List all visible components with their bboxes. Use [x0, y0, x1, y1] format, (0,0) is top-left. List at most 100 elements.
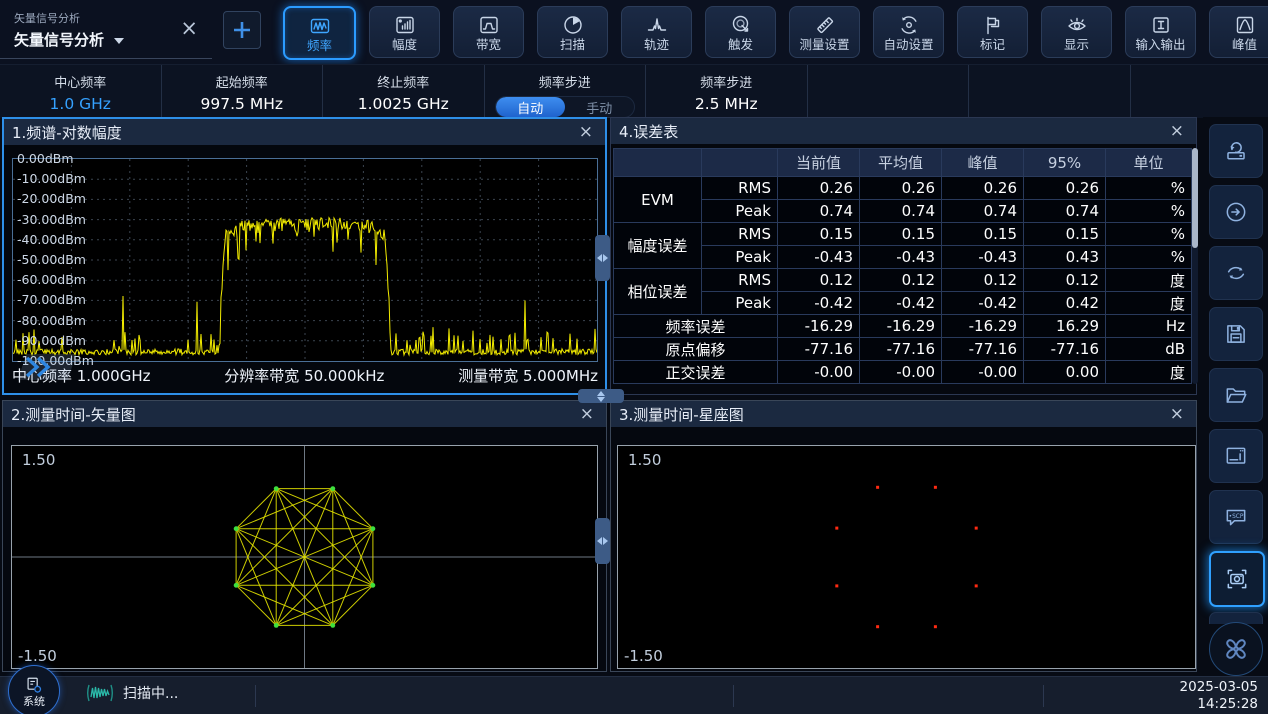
close-workspace-icon[interactable]: × — [174, 16, 212, 42]
frequency-icon — [308, 14, 332, 38]
time-text: 14:25:28 — [1180, 696, 1258, 713]
value-cell: -0.43 — [942, 246, 1024, 269]
chevron-down-icon[interactable] — [114, 38, 124, 44]
add-workspace-button[interactable] — [223, 11, 261, 49]
toolbar-button-sweep[interactable]: 扫描 — [537, 6, 608, 58]
constellation-title: 3.测量时间-星座图 — [619, 404, 744, 425]
value-cell: 0.42 — [1024, 292, 1106, 315]
y-axis-tick-label: -60.00dBm — [17, 272, 86, 287]
row-sub-label: RMS — [702, 177, 778, 200]
value-cell: -77.16 — [1024, 338, 1106, 361]
sidebar-button-screenshot-camera[interactable] — [1209, 551, 1265, 607]
sidebar-button-preset[interactable] — [1209, 124, 1263, 178]
value-cell: -77.16 — [860, 338, 942, 361]
system-button[interactable]: 系统 — [8, 665, 60, 714]
toolbar-button-measure-settings[interactable]: 测量设置 — [789, 6, 860, 58]
unit-cell: 度 — [1106, 292, 1192, 315]
start-frequency-field[interactable]: 起始频率 997.5 MHz — [162, 65, 324, 118]
y-axis-tick-label: 0.00dBm — [17, 151, 74, 166]
workspace-tab[interactable]: 矢量信号分析 矢量信号分析 × — [0, 0, 212, 59]
empty-field-2 — [969, 65, 1131, 118]
sidebar-button-navigation-pinwheel[interactable] — [1209, 622, 1263, 676]
value-cell: 0.26 — [942, 177, 1024, 200]
toolbar-button-peak[interactable]: 峰值 — [1209, 6, 1268, 58]
y-axis-tick-label: -20.00dBm — [17, 191, 86, 206]
vector-diagram-close-icon[interactable]: × — [568, 404, 606, 424]
right-sidebar: SCPI — [1203, 117, 1268, 676]
value-cell: -0.42 — [860, 292, 942, 315]
toolbar-button-bandwidth[interactable]: 带宽 — [453, 6, 524, 58]
row-label: 原点偏移 — [614, 338, 778, 361]
sidebar-button-open-folder[interactable] — [1209, 368, 1263, 422]
value-cell: 0.00 — [1024, 361, 1106, 384]
sweep-waveform-icon — [85, 683, 115, 703]
sidebar-button-scpi-console[interactable]: SCPI — [1209, 490, 1263, 544]
sweep-status-text: 扫描中... — [123, 683, 178, 703]
vertical-splitter-handle-bottom[interactable] — [595, 518, 610, 564]
table-header-cell: 峰值 — [942, 149, 1024, 177]
horizontal-splitter-handle[interactable] — [578, 389, 624, 403]
spectrum-close-icon[interactable]: × — [567, 122, 605, 142]
status-divider — [255, 685, 256, 707]
input-output-icon — [1149, 13, 1173, 37]
value-cell: 0.74 — [942, 200, 1024, 223]
y-axis-tick-label: -40.00dBm — [17, 232, 86, 247]
toolbar-button-display[interactable]: 显示 — [1041, 6, 1112, 58]
expand-chevrons-icon[interactable] — [18, 353, 76, 381]
value-cell: -0.00 — [860, 361, 942, 384]
sidebar-button-window-layout[interactable] — [1209, 429, 1263, 483]
frequency-step-field[interactable]: 频率步进 2.5 MHz — [646, 65, 808, 118]
workspace-title: 矢量信号分析 — [14, 29, 104, 50]
frequency-step-value: 2.5 MHz — [695, 95, 758, 113]
unit-cell: % — [1106, 200, 1192, 223]
vector-y-min-label: -1.50 — [18, 647, 57, 665]
bandwidth-icon — [477, 13, 501, 37]
constellation-points — [618, 446, 1195, 668]
sidebar-button-save[interactable] — [1209, 307, 1263, 361]
stop-frequency-field[interactable]: 终止频率 1.0025 GHz — [323, 65, 485, 118]
start-frequency-value: 997.5 MHz — [201, 95, 283, 113]
frequency-step-mode-field: 频率步进 自动 手动 — [485, 65, 647, 118]
constellation-close-icon[interactable]: × — [1158, 404, 1196, 424]
table-row: 频率误差-16.29-16.29-16.2916.29Hz — [614, 315, 1192, 338]
peak-icon — [1233, 13, 1257, 37]
toggle-auto-option[interactable]: 自动 — [496, 97, 565, 117]
spectrum-plot[interactable]: 0.00dBm-10.00dBm-20.00dBm-30.00dBm-40.00… — [12, 158, 598, 362]
sweep-status: 扫描中... — [85, 683, 178, 703]
spectrum-rbw-readout: 分辨率带宽 50.000kHz — [224, 365, 384, 386]
vector-diagram-trace — [12, 446, 597, 668]
scrollbar-thumb[interactable] — [1192, 148, 1198, 248]
sidebar-button-restart[interactable] — [1209, 246, 1263, 300]
sidebar-button-continue-arrow[interactable] — [1209, 185, 1263, 239]
toolbar-button-amplitude[interactable]: 幅度 — [369, 6, 440, 58]
constellation-plot[interactable]: 1.50 -1.50 — [617, 445, 1196, 669]
toolbar-button-auto-settings[interactable]: 自动设置 — [873, 6, 944, 58]
toolbar-button-trace[interactable]: 轨迹 — [621, 6, 692, 58]
row-group-label: EVM — [614, 177, 702, 223]
date-text: 2025-03-05 — [1180, 679, 1258, 696]
toolbar-button-trigger[interactable]: 触发 — [705, 6, 776, 58]
toolbar-button-marker[interactable]: 标记 — [957, 6, 1028, 58]
unit-cell: dB — [1106, 338, 1192, 361]
error-table-scrollbar[interactable] — [1192, 148, 1198, 384]
vertical-splitter-handle-top[interactable] — [595, 235, 610, 281]
error-table-title: 4.误差表 — [619, 121, 678, 142]
vector-diagram-titlebar: 2.测量时间-矢量图 × — [3, 401, 606, 427]
spectrum-readout-footer: 中心频率 1.000GHz 分辨率带宽 50.000kHz 测量带宽 5.000… — [12, 365, 598, 386]
toolbar-button-frequency[interactable]: 频率 — [283, 6, 356, 60]
center-frequency-field[interactable]: 中心频率 1.0 GHz — [0, 65, 162, 118]
value-cell: 0.12 — [860, 269, 942, 292]
table-header-cell — [702, 149, 778, 177]
frequency-step-mode-toggle[interactable]: 自动 手动 — [495, 96, 635, 118]
workspace-label: 矢量信号分析 — [14, 10, 174, 26]
value-cell: 0.15 — [942, 223, 1024, 246]
value-cell: 16.29 — [1024, 315, 1106, 338]
vector-diagram-plot[interactable]: 1.50 -1.50 — [11, 445, 598, 669]
center-frequency-value: 1.0 GHz — [50, 95, 111, 113]
toggle-manual-option[interactable]: 手动 — [565, 97, 634, 117]
toolbar-button-input-output[interactable]: 输入输出 — [1125, 6, 1196, 58]
error-table-close-icon[interactable]: × — [1158, 121, 1196, 141]
system-gear-icon — [23, 676, 45, 696]
table-row: 正交误差-0.00-0.00-0.000.00度 — [614, 361, 1192, 384]
value-cell: -0.00 — [942, 361, 1024, 384]
